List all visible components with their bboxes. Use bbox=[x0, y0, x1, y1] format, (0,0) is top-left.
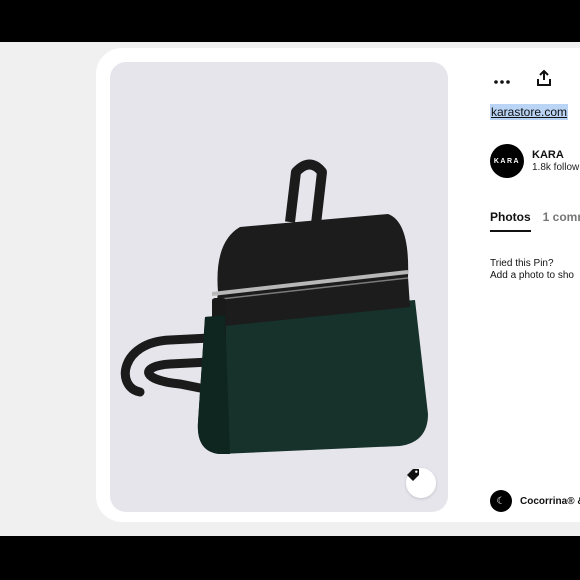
backpack-illustration bbox=[120, 159, 428, 454]
tried-title: Tried this Pin? bbox=[490, 258, 554, 269]
follower-count: 1.8k follow bbox=[532, 162, 580, 173]
tried-pin-prompt: Tried this Pin? Add a photo to sho bbox=[490, 258, 574, 282]
share-button[interactable] bbox=[532, 68, 556, 92]
add-photo-link[interactable]: Add a photo to sho bbox=[490, 270, 574, 282]
share-icon bbox=[536, 69, 552, 91]
handle bbox=[285, 159, 327, 225]
commenter-avatar[interactable]: ☾ bbox=[490, 490, 512, 512]
commenter-name[interactable]: Cocorrina® & bbox=[520, 496, 580, 507]
more-icon bbox=[494, 71, 510, 89]
tag-button[interactable] bbox=[406, 468, 436, 498]
pin-screen: karastore.com KARA KARA 1.8k follow Phot… bbox=[0, 42, 580, 536]
profile-name[interactable]: KARA bbox=[532, 149, 579, 161]
pin-image[interactable] bbox=[110, 62, 448, 512]
tabs: Photos 1 comm bbox=[490, 210, 580, 232]
comment-author[interactable]: ☾ Cocorrina® & bbox=[490, 490, 580, 512]
more-button[interactable] bbox=[490, 68, 514, 92]
tab-comments[interactable]: 1 comm bbox=[543, 210, 580, 232]
creator-profile[interactable]: KARA KARA 1.8k follow bbox=[490, 144, 579, 178]
pin-actions bbox=[490, 68, 556, 92]
profile-info: KARA 1.8k follow bbox=[532, 149, 579, 173]
avatar[interactable]: KARA bbox=[490, 144, 524, 178]
source-link[interactable]: karastore.com bbox=[490, 104, 569, 120]
pin-card: karastore.com KARA KARA 1.8k follow Phot… bbox=[96, 48, 580, 522]
tab-photos[interactable]: Photos bbox=[490, 210, 531, 232]
